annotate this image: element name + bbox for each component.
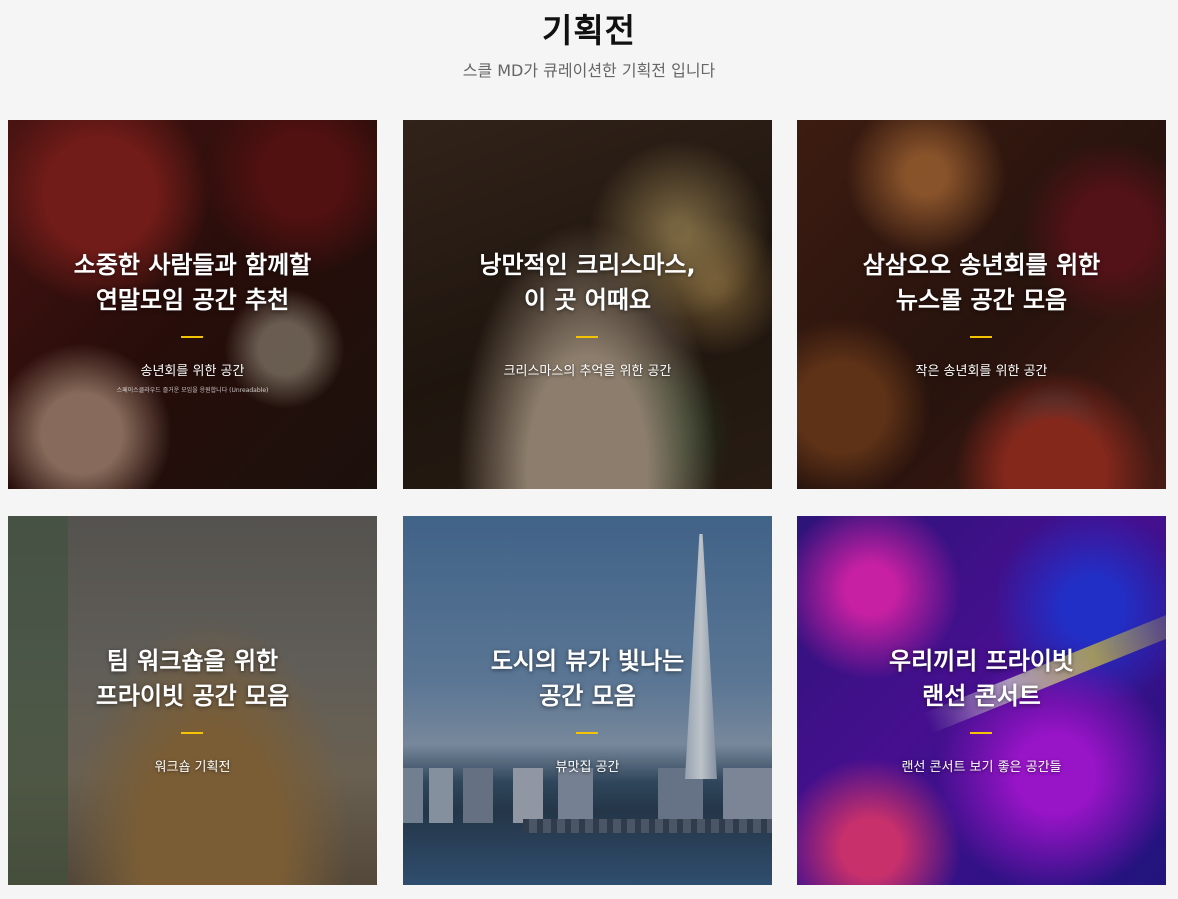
exhibition-card-small-party[interactable]: 삼삼오오 송년회를 위한 뉴스몰 공간 모음 작은 송년회를 위한 공간 [797, 120, 1166, 489]
card-subtitle: 뷰맛집 공간 [555, 760, 620, 775]
card-subtitle: 작은 송년회를 위한 공간 [915, 364, 1048, 379]
card-title: 우리끼리 프라이빗 랜선 콘서트 [889, 647, 1074, 710]
exhibition-card-christmas[interactable]: 낭만적인 크리스마스, 이 곳 어때요 크리스마스의 추억을 위한 공간 [403, 120, 772, 489]
page-title: 기획전 [541, 11, 637, 50]
exhibition-card-online-concert[interactable]: 우리끼리 프라이빗 랜선 콘서트 랜선 콘서트 보기 좋은 공간들 [797, 516, 1166, 885]
card-title: 도시의 뷰가 빛나는 공간 모음 [490, 647, 685, 710]
exhibition-card-year-end-party[interactable]: 소중한 사람들과 함께할 연말모임 공간 추천 송년회를 위한 공간 스페이스클… [8, 120, 377, 489]
accent-bar [181, 732, 203, 734]
page-subtitle: 스클 MD가 큐레이션한 기획전 입니다 [462, 61, 716, 80]
accent-bar [576, 336, 598, 338]
accent-bar [970, 732, 992, 734]
card-subtitle: 랜선 콘서트 보기 좋은 공간들 [901, 760, 1062, 775]
accent-bar [970, 336, 992, 338]
card-subtitle: 워크숍 기획전 [154, 760, 231, 775]
exhibition-card-city-view[interactable]: 도시의 뷰가 빛나는 공간 모음 뷰맛집 공간 [403, 516, 772, 885]
accent-bar [181, 336, 203, 338]
card-subtitle: 크리스마스의 추억을 위한 공간 [503, 364, 672, 379]
card-subtitle: 송년회를 위한 공간 [140, 364, 245, 379]
exhibition-card-workshop[interactable]: 팀 워크숍을 위한 프라이빗 공간 모음 워크숍 기획전 [8, 516, 377, 885]
card-title: 팀 워크숍을 위한 프라이빗 공간 모음 [95, 647, 290, 710]
card-title: 삼삼오오 송년회를 위한 뉴스몰 공간 모음 [862, 251, 1101, 314]
accent-bar [576, 732, 598, 734]
card-title: 소중한 사람들과 함께할 연말모임 공간 추천 [73, 251, 312, 314]
card-title: 낭만적인 크리스마스, 이 곳 어때요 [479, 251, 696, 314]
card-note: 스페이스클라우드 즐거운 모임을 응원합니다 (Unreadable) [116, 387, 269, 394]
